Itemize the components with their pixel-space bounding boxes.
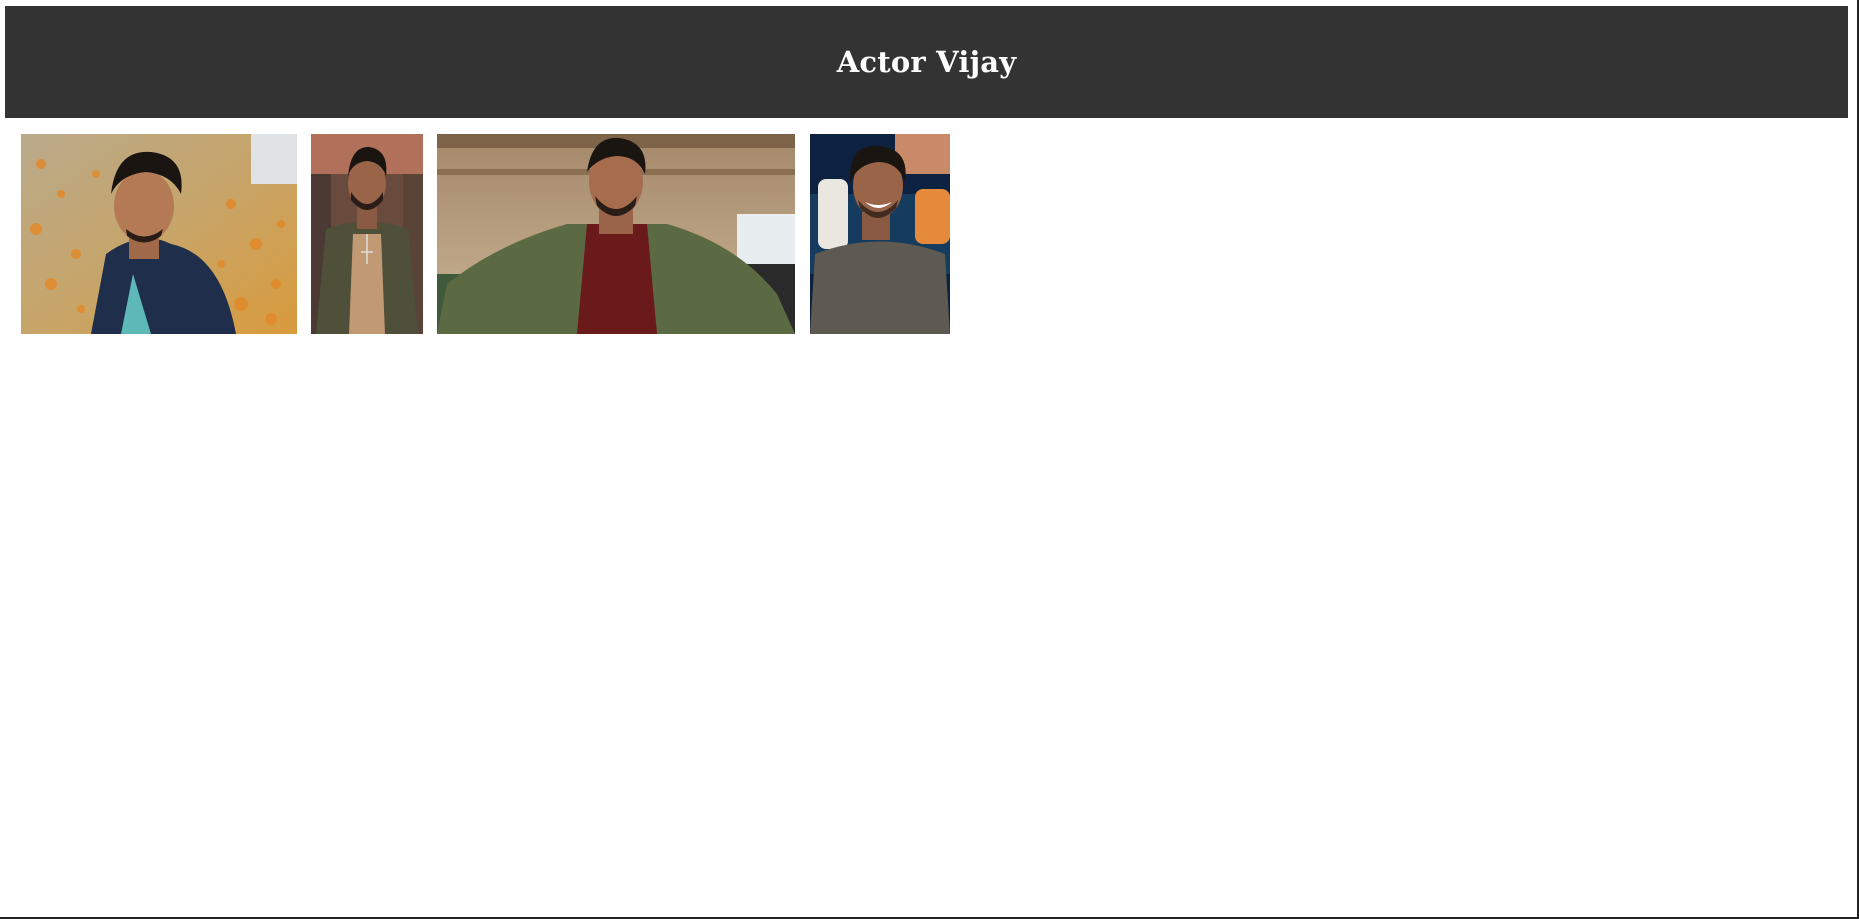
portrait-photo-icon	[21, 134, 297, 334]
portrait-photo-icon	[311, 134, 423, 334]
gallery-photo-1[interactable]	[21, 134, 297, 334]
portrait-photo-icon	[437, 134, 795, 334]
gallery-photo-2[interactable]	[311, 134, 423, 334]
gallery-photo-4[interactable]	[810, 134, 950, 334]
portrait-photo-icon	[810, 134, 950, 334]
page-title: Actor Vijay	[836, 45, 1017, 79]
page-header: Actor Vijay	[5, 6, 1848, 118]
gallery-photo-3[interactable]	[437, 134, 795, 334]
page-frame: Actor Vijay	[0, 0, 1859, 919]
